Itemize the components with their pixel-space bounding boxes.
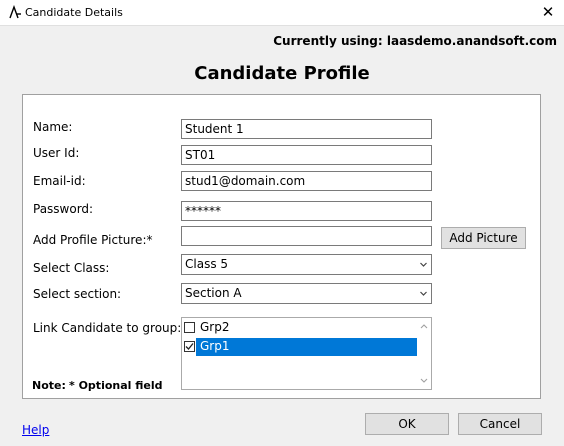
help-link[interactable]: Help [22,423,49,437]
ok-button[interactable]: OK [365,413,449,435]
add-picture-button[interactable]: Add Picture [441,227,526,249]
note-text: * Optional field [69,379,163,392]
grp1-checkbox[interactable] [184,341,195,352]
email-field[interactable]: stud1@domain.com [181,171,432,191]
userid-field[interactable]: ST01 [181,145,432,165]
app-logo-icon [9,5,21,19]
password-field[interactable]: ****** [181,201,432,221]
profile-picture-field[interactable] [181,226,432,246]
form-panel: Name: Student 1 User Id: ST01 Email-id: … [22,94,541,399]
chevron-down-icon [420,291,427,296]
class-label: Select Class: [33,261,110,275]
grp2-label: Grp2 [200,320,230,334]
currently-using-text: Currently using: laasdemo.anandsoft.com [273,34,557,48]
window-title: Candidate Details [25,6,123,19]
section-select-value: Section A [185,286,242,300]
list-item-grp2[interactable]: Grp2 [182,319,418,337]
profile-picture-label: Add Profile Picture:* [33,233,153,247]
grp1-label: Grp1 [200,339,230,353]
grp2-checkbox[interactable] [184,322,195,333]
cancel-button[interactable]: Cancel [458,413,542,435]
name-field[interactable]: Student 1 [181,119,432,139]
chevron-down-icon [420,262,427,267]
password-label: Password: [33,202,94,216]
page-title: Candidate Profile [194,63,370,84]
class-select-value: Class 5 [185,257,229,271]
group-listbox[interactable]: Grp2 Grp1 [181,317,432,390]
group-label: Link Candidate to group: [33,321,182,335]
email-label: Email-id: [33,174,86,188]
section-label: Select section: [33,287,122,301]
note-label: Note: [32,379,66,392]
scroll-down-icon[interactable] [420,378,428,384]
close-icon: ✕ [541,3,555,21]
title-bar: Candidate Details ✕ [0,0,564,26]
section-select[interactable]: Section A [181,283,432,304]
close-button[interactable]: ✕ [532,0,564,25]
scroll-up-icon[interactable] [420,323,428,329]
name-label: Name: [33,120,73,134]
checkmark-icon [185,343,194,350]
userid-label: User Id: [33,146,80,160]
class-select[interactable]: Class 5 [181,254,432,275]
list-item-grp1[interactable]: Grp1 [182,338,418,356]
